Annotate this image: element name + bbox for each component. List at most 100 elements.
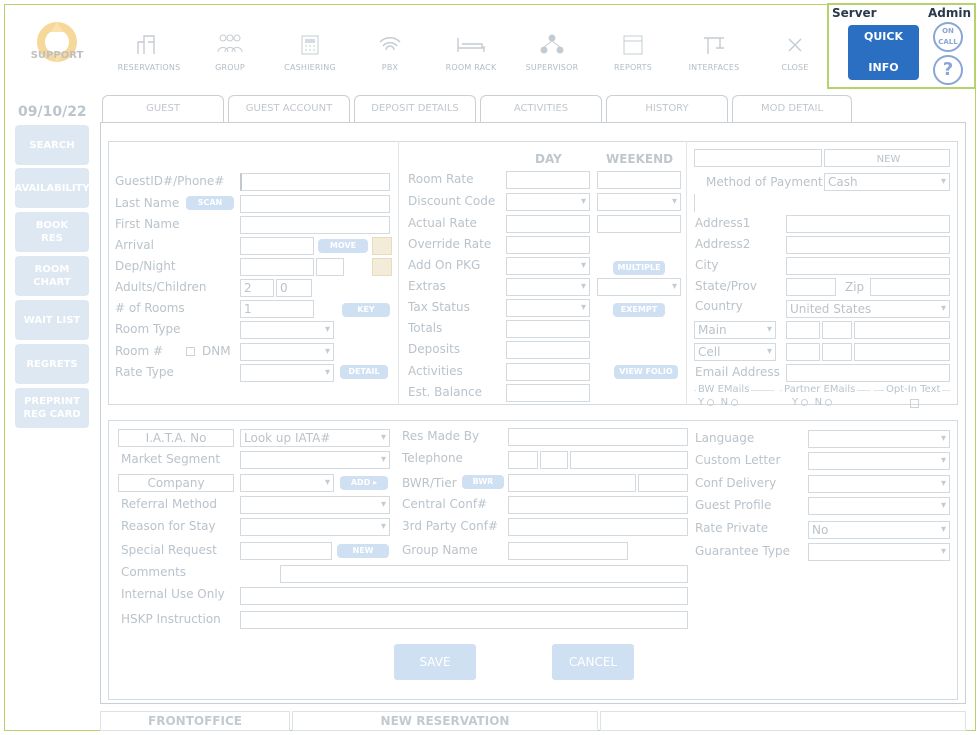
method-of-payment-select[interactable]: Cash — [824, 173, 950, 191]
nav-group[interactable]: GROUP — [205, 32, 255, 72]
multiple-button[interactable]: MULTIPLE — [613, 261, 665, 275]
iata-button[interactable]: I.A.T.A. No — [118, 429, 234, 447]
phone-main-number[interactable] — [854, 321, 950, 339]
group-name-input[interactable] — [508, 542, 628, 560]
company-select[interactable] — [240, 474, 334, 492]
telephone-prefix[interactable] — [540, 451, 568, 469]
actual-rate-day[interactable] — [506, 215, 590, 233]
children-input[interactable]: 0 — [276, 279, 312, 297]
help-icon[interactable]: ? — [933, 55, 963, 85]
tab-history[interactable]: HISTORY — [606, 95, 728, 122]
phone-cell-area[interactable] — [786, 343, 820, 361]
rooms-input[interactable]: 1 — [240, 300, 314, 318]
override-rate-day[interactable] — [506, 236, 590, 254]
arrival-calendar-icon[interactable] — [372, 237, 392, 255]
tax-status-select[interactable] — [506, 299, 590, 317]
adults-input[interactable]: 2 — [240, 279, 274, 297]
nights-input[interactable] — [316, 258, 344, 276]
zip-input[interactable] — [870, 278, 950, 296]
view-folio-button[interactable]: VIEW FOLIO — [614, 365, 678, 379]
sidebar-availability[interactable]: AVAILABILITY — [14, 168, 90, 208]
iata-lookup-select[interactable]: Look up IATA# — [240, 429, 390, 447]
add-on-pkg-select[interactable] — [506, 257, 590, 275]
bwr-tier-extra[interactable] — [638, 474, 688, 492]
phone-cell-prefix[interactable] — [822, 343, 852, 361]
email-input[interactable] — [786, 364, 950, 382]
guest-profile-select[interactable] — [808, 497, 950, 515]
partner-no-radio[interactable] — [825, 398, 833, 406]
company-button[interactable]: Company — [118, 474, 234, 492]
scan-button[interactable]: SCAN — [186, 196, 234, 210]
card-number-input[interactable] — [694, 194, 950, 212]
nav-supervisor[interactable]: SUPERVISOR — [519, 32, 585, 72]
actual-rate-weekend[interactable] — [597, 215, 681, 233]
nav-cashiering[interactable]: CASHIERING — [275, 32, 345, 72]
nav-room-rack[interactable]: ROOM RACK — [438, 32, 504, 72]
support-logo[interactable]: SUPPORT — [22, 20, 92, 80]
third-party-conf-input[interactable] — [508, 518, 688, 536]
discount-code-weekend[interactable] — [597, 193, 681, 211]
save-button[interactable]: SAVE — [394, 644, 476, 680]
arrival-input[interactable] — [240, 237, 314, 255]
comments-input[interactable] — [280, 565, 688, 583]
sidebar-wait-list[interactable]: WAIT LIST — [15, 300, 89, 340]
address1-input[interactable] — [786, 215, 950, 233]
room-number-select[interactable] — [240, 343, 334, 361]
state-input[interactable] — [786, 278, 836, 296]
conf-delivery-select[interactable] — [808, 475, 950, 493]
internal-use-input[interactable] — [240, 587, 688, 605]
rate-type-select[interactable] — [240, 364, 334, 382]
phone-type-cell-select[interactable]: Cell — [694, 343, 776, 361]
hskp-instruction-input[interactable] — [240, 611, 688, 629]
nav-reports[interactable]: REPORTS — [605, 32, 661, 72]
nav-interfaces[interactable]: INTERFACES — [683, 32, 745, 72]
opt-in-checkbox[interactable] — [910, 399, 919, 408]
add-company-button[interactable]: ADD ▸ — [340, 476, 388, 490]
detail-button[interactable]: DETAIL — [340, 365, 388, 379]
bwr-tier-input[interactable] — [508, 474, 636, 492]
on-call-icon[interactable]: ON CALL — [933, 22, 963, 52]
guarantee-type-select[interactable] — [808, 543, 950, 561]
res-made-by-input[interactable] — [508, 428, 688, 446]
exempt-button[interactable]: EXEMPT — [613, 303, 665, 317]
extras-weekend[interactable] — [597, 278, 681, 296]
key-button[interactable]: KEY — [342, 303, 390, 317]
info-button[interactable]: INFO — [848, 56, 919, 80]
sidebar-book-res[interactable]: BOOK RES — [15, 212, 89, 252]
reason-for-stay-select[interactable] — [240, 518, 390, 536]
sidebar-search[interactable]: SEARCH — [15, 125, 89, 165]
phone-main-prefix[interactable] — [822, 321, 852, 339]
special-request-input[interactable] — [240, 542, 332, 560]
room-rate-weekend[interactable] — [597, 171, 681, 189]
departure-calendar-icon[interactable] — [372, 258, 392, 276]
central-conf-input[interactable] — [508, 496, 688, 514]
bw-no-radio[interactable] — [731, 398, 739, 406]
cancel-button[interactable]: CANCEL — [552, 644, 634, 680]
referral-method-select[interactable] — [240, 496, 390, 514]
telephone-area[interactable] — [508, 451, 538, 469]
last-name-input[interactable] — [240, 195, 390, 213]
dnm-checkbox[interactable] — [186, 347, 195, 356]
city-input[interactable] — [786, 257, 950, 275]
nav-pbx[interactable]: PBX — [370, 32, 410, 72]
bw-yes-radio[interactable] — [707, 398, 715, 406]
telephone-number[interactable] — [570, 451, 688, 469]
guestid-input[interactable] — [240, 173, 390, 191]
tab-mod-detail[interactable]: MOD DETAIL — [732, 95, 852, 122]
new-special-request-button[interactable]: NEW — [337, 544, 389, 558]
profile-input[interactable] — [694, 149, 822, 167]
room-rate-day[interactable] — [506, 171, 590, 189]
phone-main-area[interactable] — [786, 321, 820, 339]
country-select[interactable]: United States — [786, 300, 950, 318]
first-name-input[interactable] — [240, 216, 390, 234]
departure-input[interactable] — [240, 258, 314, 276]
extras-day[interactable] — [506, 278, 590, 296]
phone-type-main-select[interactable]: Main — [694, 321, 776, 339]
tab-deposit-details[interactable]: DEPOSIT DETAILS — [354, 95, 476, 122]
bwr-button[interactable]: BWR — [462, 475, 504, 489]
phone-cell-number[interactable] — [854, 343, 950, 361]
market-segment-select[interactable] — [240, 451, 390, 469]
tab-activities[interactable]: ACTIVITIES — [480, 95, 602, 122]
sidebar-room-chart[interactable]: ROOM CHART — [15, 256, 89, 296]
sidebar-preprint-reg-card[interactable]: PREPRINT REG CARD — [15, 388, 89, 428]
